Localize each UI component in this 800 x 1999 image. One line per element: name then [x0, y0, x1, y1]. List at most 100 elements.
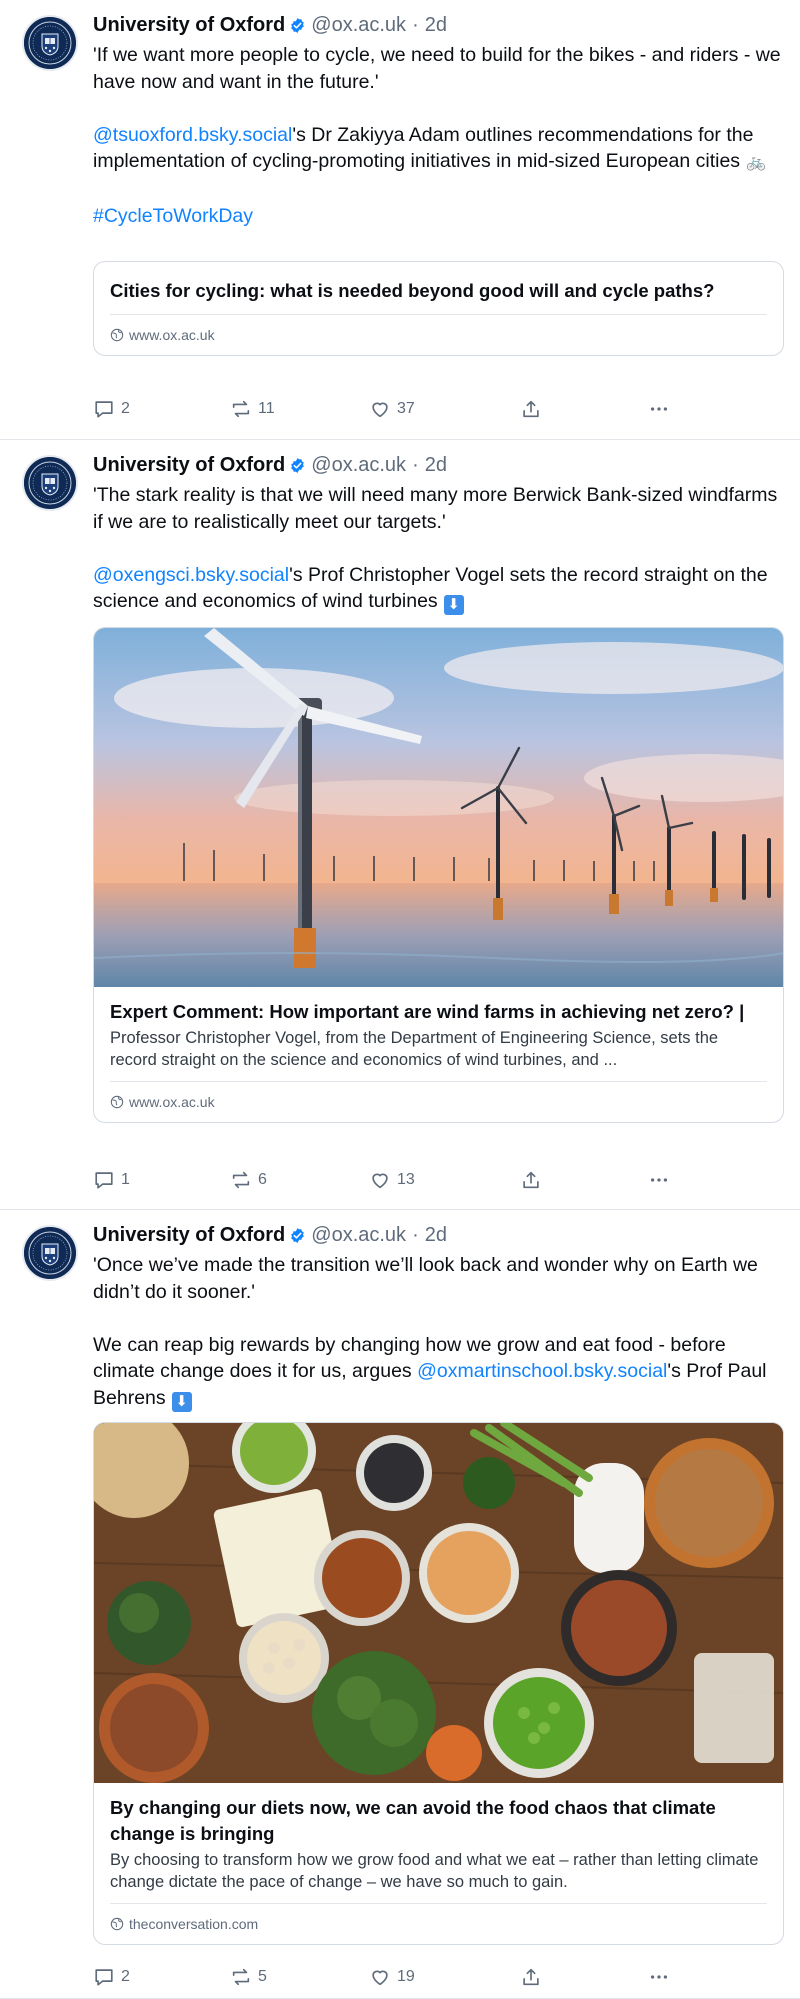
share-button[interactable]	[520, 1168, 548, 1192]
post-paragraph: @oxengsci.bsky.social's Prof Christopher…	[93, 562, 783, 615]
repost-arrows-icon	[232, 1968, 250, 1986]
like-count: 13	[397, 1171, 415, 1188]
card-domain: www.ox.ac.uk	[110, 314, 767, 355]
repost-arrows-icon	[232, 400, 250, 418]
ellipsis-icon	[650, 407, 668, 411]
share-upload-icon	[523, 1171, 539, 1189]
more-options-button[interactable]	[648, 397, 676, 421]
link-card[interactable]: Expert Comment: How important are wind f…	[93, 627, 784, 1123]
hashtag-link[interactable]: #CycleToWorkDay	[93, 205, 253, 227]
ellipsis-icon	[650, 1975, 668, 1979]
speech-bubble-icon	[95, 1969, 113, 1986]
reply-button[interactable]: 2	[93, 1965, 130, 1989]
oxford-crest-icon	[24, 457, 76, 509]
more-options-button[interactable]	[648, 1965, 676, 1989]
author-handle[interactable]: @ox.ac.uk	[311, 454, 406, 477]
author-handle[interactable]: @ox.ac.uk	[311, 1224, 406, 1247]
mention-link[interactable]: @tsuoxford.bsky.social	[93, 124, 292, 146]
like-count: 37	[397, 400, 415, 417]
post-text: 'If we want more people to cycle, we nee…	[93, 42, 783, 230]
post-time[interactable]: 2d	[425, 1224, 447, 1247]
author-name[interactable]: University of Oxford	[93, 1224, 285, 1247]
reply-button[interactable]: 2	[93, 397, 130, 421]
share-button[interactable]	[520, 397, 548, 421]
plant-food-image	[94, 1423, 783, 1783]
heart-icon	[372, 1970, 388, 1986]
like-button[interactable]: 19	[369, 1965, 415, 1989]
globe-icon	[110, 1917, 124, 1931]
share-upload-icon	[523, 400, 539, 418]
verified-badge-icon	[291, 457, 304, 473]
reply-count: 2	[121, 1968, 130, 1985]
repost-button[interactable]: 6	[230, 1168, 267, 1192]
down-arrow-emoji: ⬇	[443, 595, 464, 615]
globe-icon	[110, 328, 124, 342]
post-actions: 1 6 13	[93, 1168, 693, 1192]
author-name[interactable]: University of Oxford	[93, 454, 285, 477]
repost-button[interactable]: 11	[230, 397, 275, 421]
post-paragraph: 'If we want more people to cycle, we nee…	[93, 44, 781, 93]
post-actions: 2 11 37	[93, 397, 693, 421]
heart-icon	[372, 1173, 388, 1189]
card-domain: theconversation.com	[110, 1903, 767, 1944]
card-description: By choosing to transform how we grow foo…	[110, 1851, 759, 1891]
mention-link[interactable]: @oxengsci.bsky.social	[93, 564, 289, 586]
separator: ·	[412, 1223, 419, 1246]
repost-button[interactable]: 5	[230, 1965, 267, 1989]
author-handle[interactable]: @ox.ac.uk	[311, 14, 406, 37]
link-card[interactable]: By changing our diets now, we can avoid …	[93, 1422, 784, 1945]
bicycle-emoji: 🚲	[746, 154, 766, 171]
separator: ·	[412, 13, 419, 36]
post-time[interactable]: 2d	[425, 14, 447, 37]
repost-count: 11	[258, 400, 275, 417]
ellipsis-icon	[650, 1178, 668, 1182]
card-description: Professor Christopher Vogel, from the De…	[110, 1029, 719, 1069]
author-avatar[interactable]	[22, 15, 78, 71]
card-domain-text: theconversation.com	[129, 1916, 259, 1932]
card-title: By changing our diets now, we can avoid …	[110, 1797, 716, 1844]
post-header: University of Oxford @ox.ac.uk · 2d	[93, 12, 447, 38]
card-image	[94, 1423, 783, 1783]
post-paragraph: #CycleToWorkDay	[93, 203, 783, 230]
card-title: Expert Comment: How important are wind f…	[110, 1001, 745, 1022]
more-options-button[interactable]	[648, 1168, 676, 1192]
reply-count: 1	[121, 1171, 130, 1188]
reply-count: 2	[121, 400, 130, 417]
link-card[interactable]: Cities for cycling: what is needed beyon…	[93, 261, 784, 356]
repost-count: 6	[258, 1171, 267, 1188]
author-name[interactable]: University of Oxford	[93, 14, 285, 37]
author-avatar[interactable]	[22, 455, 78, 511]
author-avatar[interactable]	[22, 1225, 78, 1281]
like-button[interactable]: 13	[369, 1168, 415, 1192]
wind-farm-image	[94, 628, 783, 987]
post-paragraph: We can reap big rewards by changing how …	[93, 1332, 783, 1412]
repost-arrows-icon	[232, 1171, 250, 1189]
post[interactable]: University of Oxford @ox.ac.uk · 2d 'Onc…	[0, 1210, 800, 1999]
speech-bubble-icon	[95, 401, 113, 418]
post-actions: 2 5 19	[93, 1965, 693, 1989]
post-feed: University of Oxford @ox.ac.uk · 2d 'If …	[0, 0, 800, 1999]
post-paragraph: 'The stark reality is that we will need …	[93, 484, 778, 533]
post-paragraph: 'Once we’ve made the transition we’ll lo…	[93, 1254, 758, 1303]
globe-icon	[110, 1095, 124, 1109]
post-time[interactable]: 2d	[425, 454, 447, 477]
post[interactable]: University of Oxford @ox.ac.uk · 2d 'If …	[0, 0, 800, 440]
card-domain-text: www.ox.ac.uk	[129, 1094, 215, 1110]
card-domain: www.ox.ac.uk	[110, 1081, 767, 1122]
like-count: 19	[397, 1968, 415, 1985]
reply-button[interactable]: 1	[93, 1168, 130, 1192]
mention-link[interactable]: @oxmartinschool.bsky.social	[417, 1360, 667, 1382]
card-image	[94, 628, 783, 987]
card-domain-text: www.ox.ac.uk	[129, 327, 215, 343]
oxford-crest-icon	[24, 17, 76, 69]
share-button[interactable]	[520, 1965, 548, 1989]
down-arrow-emoji: ⬇	[171, 1391, 192, 1412]
speech-bubble-icon	[95, 1172, 113, 1189]
verified-badge-icon	[291, 1227, 304, 1243]
post-header: University of Oxford @ox.ac.uk · 2d	[93, 1222, 447, 1248]
like-button[interactable]: 37	[369, 397, 415, 421]
separator: ·	[412, 453, 419, 476]
card-title: Cities for cycling: what is needed beyon…	[110, 280, 715, 301]
post[interactable]: University of Oxford @ox.ac.uk · 2d 'The…	[0, 440, 800, 1210]
oxford-crest-icon	[24, 1227, 76, 1279]
